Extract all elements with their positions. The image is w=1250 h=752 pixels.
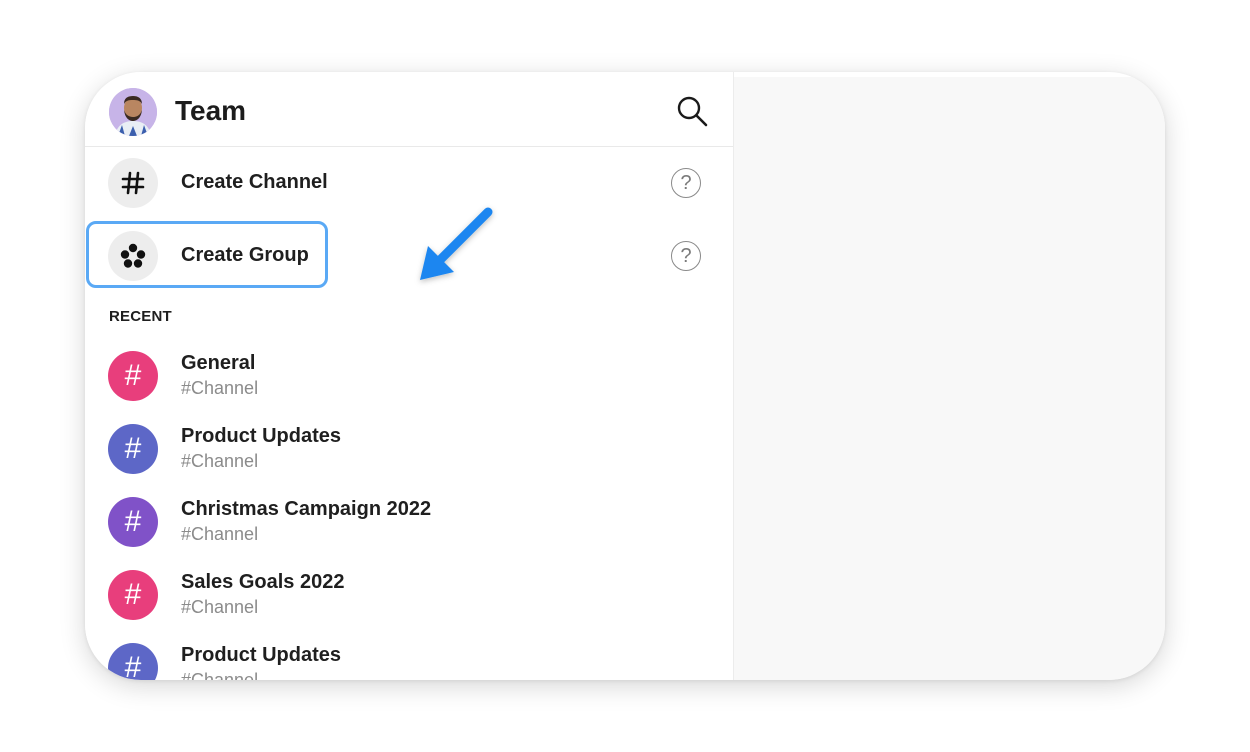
search-icon[interactable] bbox=[675, 94, 709, 128]
channel-name: Product Updates bbox=[181, 425, 342, 447]
recent-section-label: RECENT bbox=[109, 308, 172, 325]
hash-icon bbox=[108, 158, 158, 208]
channel-type: #Channel bbox=[181, 597, 259, 617]
channel-name: Product Updates bbox=[181, 644, 342, 666]
content-panel bbox=[734, 77, 1165, 680]
page-title: Team bbox=[175, 95, 247, 126]
create-group-label: Create Group bbox=[181, 244, 309, 266]
channel-hash-icon: # bbox=[108, 570, 158, 620]
channel-name: General bbox=[181, 352, 256, 374]
channel-name: Christmas Campaign 2022 bbox=[181, 498, 432, 520]
channel-row[interactable]: # General #Channel bbox=[85, 351, 733, 421]
channel-row[interactable]: # Christmas Campaign 2022 #Channel bbox=[85, 497, 733, 567]
pointer-arrow-icon bbox=[420, 207, 493, 280]
help-icon[interactable]: ? bbox=[671, 241, 701, 271]
panel-header: Team bbox=[85, 72, 733, 147]
channel-type: #Channel bbox=[181, 378, 259, 398]
channel-hash-icon: # bbox=[108, 351, 158, 401]
channel-hash-icon: # bbox=[108, 497, 158, 547]
group-icon bbox=[108, 231, 158, 281]
channel-row[interactable]: # Sales Goals 2022 #Channel bbox=[85, 570, 733, 640]
create-group-button[interactable]: Create Group ? bbox=[85, 225, 733, 287]
channel-type: #Channel bbox=[181, 524, 259, 544]
channel-row[interactable]: # Product Updates #Channel bbox=[85, 424, 733, 494]
channel-hash-icon: # bbox=[108, 424, 158, 474]
channel-type: #Channel bbox=[181, 670, 259, 680]
channel-type: #Channel bbox=[181, 451, 259, 471]
channel-row[interactable]: # Product Updates #Channel bbox=[85, 643, 733, 680]
help-icon[interactable]: ? bbox=[671, 168, 701, 198]
app-window: Team Create Channel ? Create Group ? REC… bbox=[85, 72, 1165, 680]
create-channel-button[interactable]: Create Channel ? bbox=[85, 152, 733, 214]
create-channel-label: Create Channel bbox=[181, 171, 328, 193]
avatar[interactable] bbox=[109, 88, 157, 136]
channel-name: Sales Goals 2022 bbox=[181, 571, 345, 593]
team-panel: Team Create Channel ? Create Group ? REC… bbox=[85, 72, 734, 680]
channel-hash-icon: # bbox=[108, 643, 158, 680]
